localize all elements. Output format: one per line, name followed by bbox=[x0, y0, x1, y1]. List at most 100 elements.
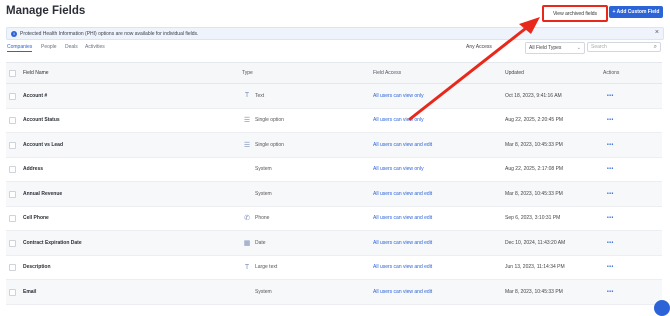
access-filter-value: Any Access bbox=[466, 44, 492, 50]
field-access-link[interactable]: All users can view and edit bbox=[373, 280, 432, 304]
updated-timestamp: Oct 18, 2023, 9:41:16 AM bbox=[505, 92, 562, 99]
field-type-label: Text bbox=[255, 92, 265, 99]
phi-banner: i Protected Health Information (PHI) opt… bbox=[6, 27, 664, 40]
field-access-link[interactable]: All users can view only bbox=[373, 109, 424, 133]
row-actions-menu[interactable]: ••• bbox=[607, 231, 614, 255]
table-row[interactable]: Cell Phone ✆ Phone All users can view and e… bbox=[6, 207, 662, 231]
row-checkbox[interactable] bbox=[9, 92, 16, 100]
row-actions-menu[interactable]: ••• bbox=[607, 133, 614, 157]
fields-table: Field Name Type Field Access Updated Act… bbox=[6, 62, 662, 305]
info-icon: i bbox=[11, 30, 17, 37]
field-type: ☰ Single option bbox=[242, 109, 284, 133]
updated-timestamp: Mar 8, 2023, 10:45:33 PM bbox=[505, 288, 563, 295]
field-name: Account # bbox=[23, 92, 48, 99]
updated-timestamp: Jun 13, 2023, 11:14:34 PM bbox=[505, 264, 565, 271]
row-actions-menu[interactable]: ••• bbox=[607, 84, 614, 108]
field-name: Address bbox=[23, 166, 44, 173]
field-access-link[interactable]: All users can view and edit bbox=[373, 207, 432, 231]
row-checkbox[interactable] bbox=[9, 239, 16, 247]
field-access-link[interactable]: All users can view only bbox=[373, 158, 424, 182]
row-checkbox[interactable] bbox=[9, 288, 16, 296]
table-row[interactable]: Address System All users can view only Aug … bbox=[6, 158, 662, 182]
column-header-updated[interactable]: Updated bbox=[505, 63, 524, 83]
row-checkbox[interactable] bbox=[9, 141, 16, 149]
table-body: Account # T Text All users can view only Oct… bbox=[6, 84, 662, 305]
chevron-down-icon: ⌄ bbox=[576, 45, 581, 51]
table-row[interactable]: Contract Expiration Date ▦ Date All users c… bbox=[6, 231, 662, 256]
field-name: Account Status bbox=[23, 117, 60, 124]
updated-timestamp: Mar 8, 2023, 10:45:33 PM bbox=[505, 190, 563, 197]
field-name: Email bbox=[23, 288, 37, 295]
table-row[interactable]: Email System All users can view and edit Ma… bbox=[6, 280, 662, 305]
field-type: ☰ Single option bbox=[242, 133, 284, 157]
row-actions-menu[interactable]: ••• bbox=[607, 158, 614, 182]
field-access-link[interactable]: All users can view and edit bbox=[373, 256, 432, 280]
field-type-label: System bbox=[255, 190, 272, 197]
select-all-checkbox[interactable] bbox=[9, 70, 16, 77]
updated-timestamp: Sep 6, 2023, 3:10:31 PM bbox=[505, 215, 561, 222]
field-name: Cell Phone bbox=[23, 215, 49, 222]
table-header: Field Name Type Field Access Updated Act… bbox=[6, 62, 662, 84]
field-access-link[interactable]: All users can view only bbox=[373, 84, 424, 108]
field-type: T Text bbox=[242, 84, 264, 108]
updated-timestamp: Aug 22, 2025, 2:17:08 PM bbox=[505, 166, 564, 173]
field-type: ✆ Phone bbox=[242, 207, 269, 231]
table-row[interactable]: Account vs Lead ☰ Single option All users c… bbox=[6, 133, 662, 158]
field-type: T Large text bbox=[242, 256, 277, 280]
row-checkbox[interactable] bbox=[9, 264, 16, 272]
table-row[interactable]: Account # T Text All users can view only Oct… bbox=[6, 84, 662, 109]
field-type-label: Phone bbox=[255, 215, 270, 222]
row-actions-menu[interactable]: ••• bbox=[607, 182, 614, 206]
phone-icon: ✆ bbox=[244, 215, 250, 223]
row-checkbox[interactable] bbox=[9, 117, 16, 125]
field-type-label: System bbox=[255, 166, 272, 173]
table-row[interactable]: Account Status ☰ Single option All users ca… bbox=[6, 109, 662, 133]
column-header-access[interactable]: Field Access bbox=[373, 63, 401, 83]
field-type-label: Single option bbox=[255, 117, 284, 124]
list-icon: ☰ bbox=[243, 117, 251, 125]
table-row[interactable]: Annual Revenue System All users can view a… bbox=[6, 182, 662, 207]
row-checkbox[interactable] bbox=[9, 215, 16, 223]
tab-people[interactable]: People bbox=[41, 44, 57, 50]
text-icon: T bbox=[244, 92, 250, 100]
search-icon: ⌕ bbox=[653, 44, 657, 50]
close-icon[interactable]: × bbox=[655, 29, 659, 36]
row-checkbox[interactable] bbox=[9, 190, 16, 198]
column-header-name[interactable]: Field Name bbox=[23, 63, 49, 83]
help-chat-bubble[interactable] bbox=[654, 300, 670, 316]
table-row[interactable]: Description T Large text All users can view… bbox=[6, 256, 662, 280]
field-type-label: Single option bbox=[255, 141, 284, 148]
field-access-link[interactable]: All users can view and edit bbox=[373, 133, 432, 157]
page-title: Manage Fields bbox=[6, 5, 86, 17]
search-placeholder: Search bbox=[591, 44, 607, 50]
row-actions-menu[interactable]: ••• bbox=[607, 207, 614, 231]
text-icon: T bbox=[244, 263, 250, 271]
column-header-actions: Actions bbox=[603, 70, 620, 76]
tab-deals[interactable]: Deals bbox=[65, 44, 78, 50]
column-header-type[interactable]: Type bbox=[242, 63, 253, 83]
row-checkbox[interactable] bbox=[9, 166, 16, 174]
field-type-label: Date bbox=[255, 239, 266, 246]
tab-companies[interactable]: Companies bbox=[7, 44, 33, 52]
banner-text: Protected Health Information (PHI) optio… bbox=[20, 30, 199, 37]
field-type: System bbox=[242, 158, 272, 182]
add-custom-field-button[interactable]: + Add Custom Field bbox=[609, 6, 663, 18]
access-filter[interactable]: Any Access bbox=[466, 42, 518, 52]
view-archived-fields-button[interactable]: View archived fields bbox=[542, 5, 608, 22]
field-type: ▦ Date bbox=[242, 231, 266, 255]
list-icon: ☰ bbox=[243, 141, 251, 149]
updated-timestamp: Mar 8, 2023, 10:45:33 PM bbox=[505, 141, 563, 148]
tab-activities[interactable]: Activities bbox=[85, 44, 105, 50]
row-actions-menu[interactable]: ••• bbox=[607, 280, 614, 304]
field-type-label: Large text bbox=[255, 264, 278, 271]
field-name: Annual Revenue bbox=[23, 190, 63, 197]
field-name: Description bbox=[23, 264, 51, 271]
search-input[interactable]: Search ⌕ bbox=[587, 42, 661, 52]
field-access-link[interactable]: All users can view and edit bbox=[373, 231, 432, 255]
field-access-link[interactable]: All users can view and edit bbox=[373, 182, 432, 206]
field-type-filter[interactable]: All Field Types ⌄ bbox=[525, 42, 585, 54]
field-name: Account vs Lead bbox=[23, 141, 64, 148]
row-actions-menu[interactable]: ••• bbox=[607, 256, 614, 280]
row-actions-menu[interactable]: ••• bbox=[607, 109, 614, 133]
field-type: System bbox=[242, 182, 272, 206]
